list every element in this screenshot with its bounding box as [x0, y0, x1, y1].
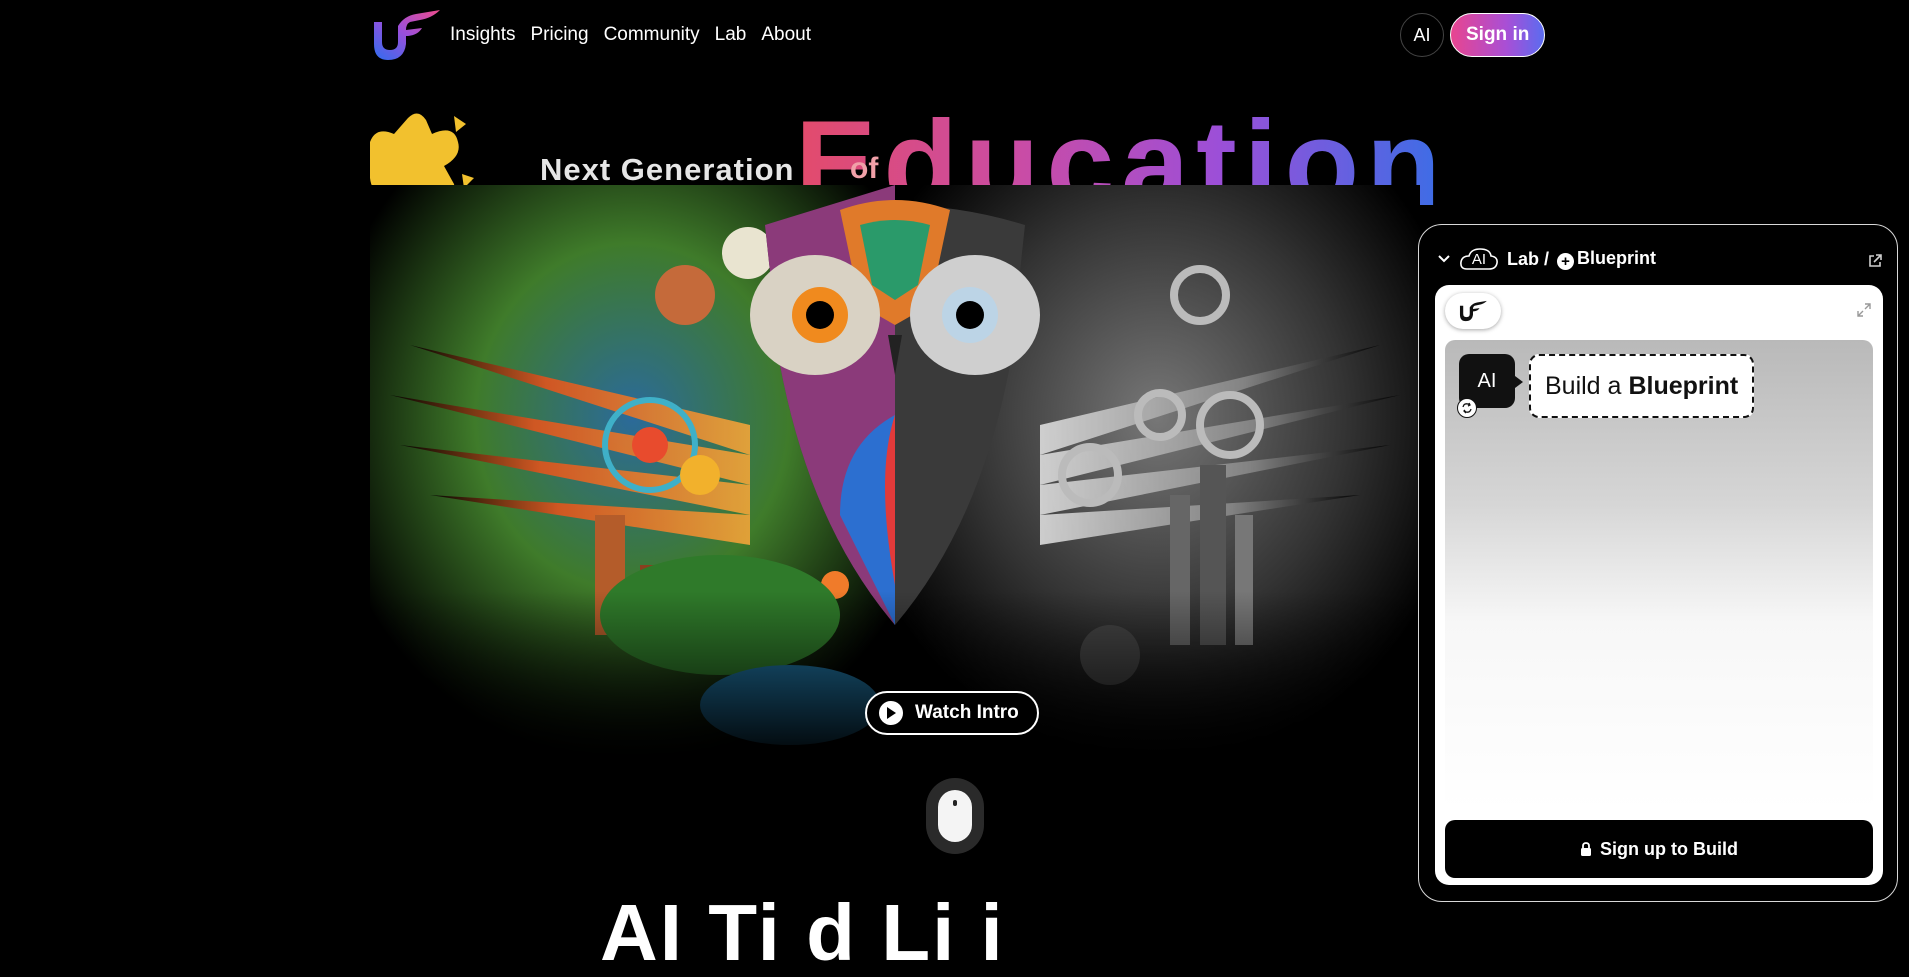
bubble-strong: Blueprint	[1628, 371, 1739, 400]
watch-intro-label: Watch Intro	[915, 702, 1019, 723]
hero-owl-illustration	[370, 185, 1420, 765]
blueprint-canvas[interactable]: AI Build a Blueprint	[1445, 340, 1873, 810]
ai-cloud-icon: AI	[1459, 247, 1499, 271]
ai-button[interactable]: AI	[1400, 13, 1444, 57]
panel-header: AI Lab / + Blueprint	[1437, 247, 1656, 271]
lab-blueprint-panel: AI Lab / + Blueprint AI Build a Blueprint…	[1418, 224, 1898, 902]
play-icon	[879, 701, 903, 725]
hero-of-text: of	[850, 152, 879, 185]
sync-icon	[1457, 398, 1477, 418]
nav-link-lab[interactable]: Lab	[715, 24, 747, 46]
nav-links: Insights Pricing Community Lab About	[450, 24, 811, 46]
nav-link-community[interactable]: Community	[604, 24, 700, 46]
hero-lead-text: Next Generation	[540, 152, 795, 187]
lock-icon	[1581, 842, 1591, 856]
plus-circle-icon: +	[1557, 253, 1575, 270]
brand-logo[interactable]	[370, 8, 442, 62]
ai-cloud-label: AI	[1471, 250, 1487, 268]
breadcrumb-blueprint[interactable]: + Blueprint	[1557, 248, 1656, 270]
sign-in-button[interactable]: Sign in	[1450, 13, 1546, 57]
watch-intro-button[interactable]: Watch Intro	[865, 691, 1039, 735]
external-link-icon[interactable]	[1867, 253, 1883, 269]
mouse-scroll-icon	[938, 790, 972, 842]
scroll-indicator[interactable]	[926, 778, 984, 854]
bubble-prefix: Build a	[1545, 371, 1622, 400]
sign-up-to-build-button[interactable]: Sign up to Build	[1445, 820, 1873, 878]
expand-icon[interactable]	[1857, 303, 1871, 317]
breadcrumb-blueprint-label: Blueprint	[1577, 248, 1657, 268]
nav-link-about[interactable]: About	[761, 24, 811, 46]
build-blueprint-bubble[interactable]: Build a Blueprint	[1529, 354, 1755, 418]
top-nav: Insights Pricing Community Lab About	[370, 8, 811, 62]
nav-link-insights[interactable]: Insights	[450, 24, 515, 46]
sign-up-label: Sign up to Build	[1600, 838, 1738, 859]
chevron-down-icon[interactable]	[1437, 252, 1451, 266]
nav-actions: AI Sign in	[1400, 13, 1546, 57]
mini-brand-logo[interactable]	[1445, 293, 1501, 329]
blueprint-workspace: AI Build a Blueprint Sign up to Build	[1435, 285, 1883, 885]
nav-link-pricing[interactable]: Pricing	[530, 24, 588, 46]
breadcrumb-lab[interactable]: Lab /	[1507, 249, 1549, 270]
section-heading-partial: AI Ti d Li i	[600, 888, 1005, 977]
